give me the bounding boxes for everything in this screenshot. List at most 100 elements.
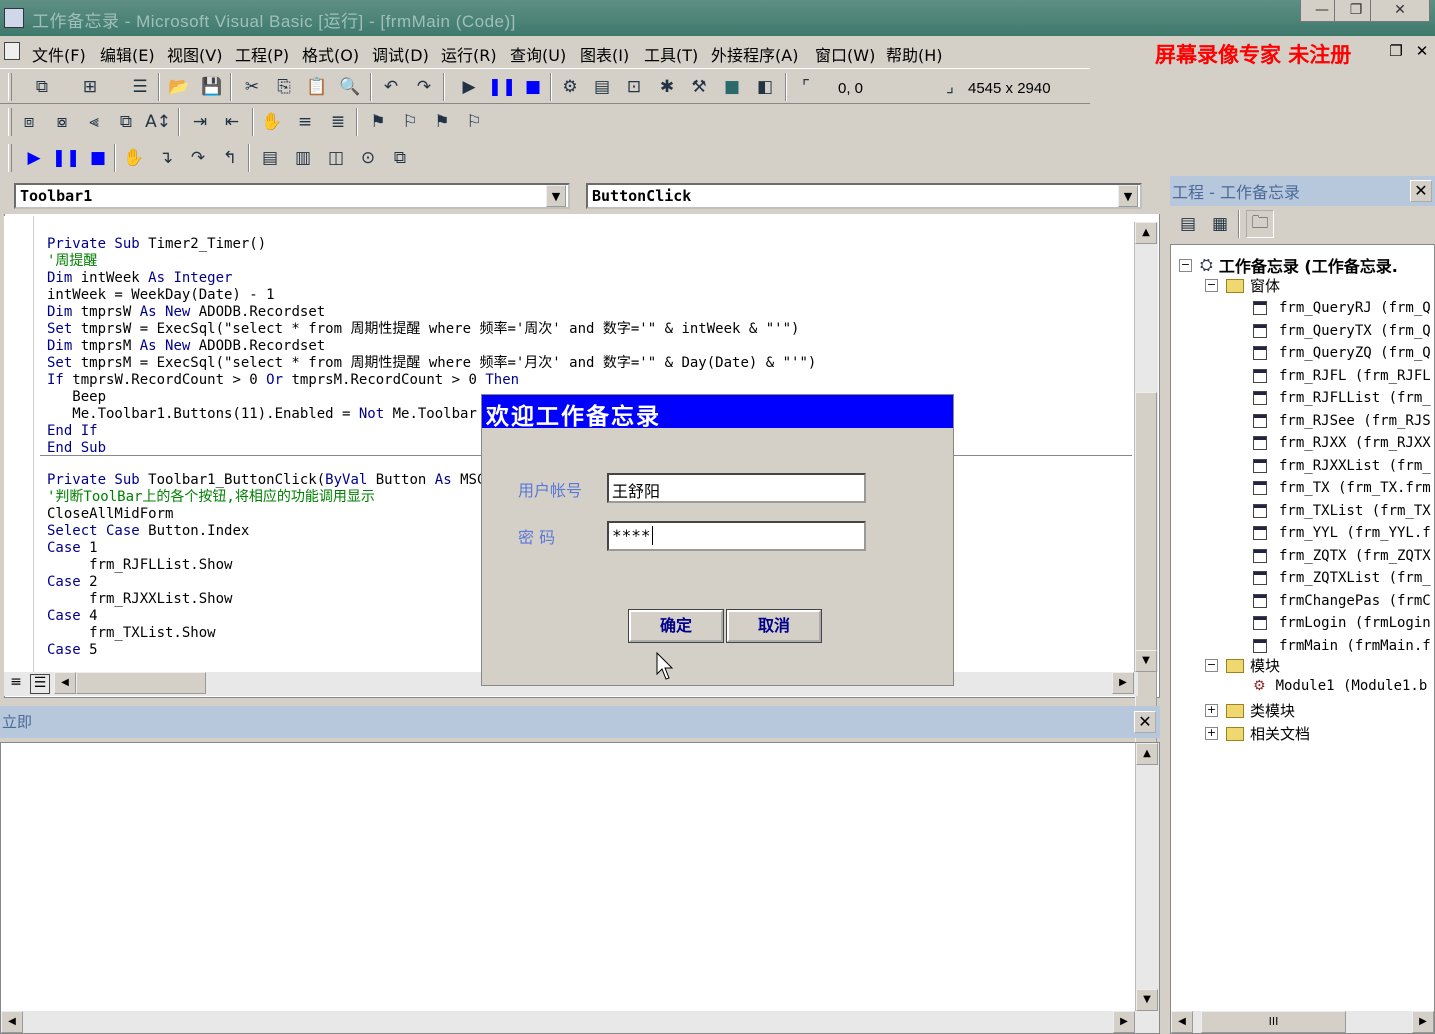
start-icon[interactable]: ▶ [455, 73, 483, 101]
menu-view[interactable]: 视图(V) [167, 42, 222, 66]
menu-format[interactable]: 格式(O) [302, 42, 359, 66]
next-bookmark-icon[interactable]: ⚐ [396, 108, 424, 136]
scroll-right-icon[interactable]: ▶ [1412, 1011, 1434, 1033]
add-project-icon[interactable]: ⧉ [28, 73, 56, 101]
find-icon[interactable]: 🔍 [336, 73, 364, 101]
continue-icon[interactable]: ▶ [20, 144, 48, 172]
toolbar-grip[interactable] [8, 73, 12, 101]
form-item[interactable]: frm_RJXXList (frm_ [1253, 455, 1431, 478]
data-view-icon[interactable]: ■ [718, 73, 746, 101]
menu-debug[interactable]: 调试(D) [372, 42, 429, 66]
form-item[interactable]: frm_RJFL (frm_RJFL [1253, 365, 1431, 388]
procedure-combo[interactable]: ButtonClick [586, 183, 1142, 209]
toolbar-grip[interactable] [8, 144, 12, 172]
undo-icon[interactable]: ↶ [377, 73, 405, 101]
menu-project[interactable]: 工程(P) [235, 42, 289, 66]
menu-file[interactable]: 文件(F) [32, 42, 86, 66]
cut-icon[interactable]: ✂ [238, 73, 266, 101]
code-vertical-scrollbar[interactable]: ▲ ▼ [1134, 222, 1158, 762]
code-line[interactable]: frm_TXList.Show [47, 625, 485, 642]
step-into-icon[interactable]: ↴ [152, 144, 180, 172]
margin-indicator-bar[interactable] [4, 216, 34, 672]
menu-help[interactable]: 帮助(H) [886, 42, 943, 66]
project-hscrollbar[interactable]: ◀ III ▶ [1171, 1011, 1434, 1033]
locals-window-icon[interactable]: ▤ [256, 144, 284, 172]
scroll-left-icon[interactable]: ◀ [54, 672, 76, 694]
menu-query[interactable]: 查询(U) [510, 42, 566, 66]
form-item[interactable]: frm_TX (frm_TX.frm [1253, 477, 1431, 500]
window-titlebar[interactable]: 工作备忘录 - Microsoft Visual Basic [运行] - [f… [0, 0, 1435, 36]
code-line[interactable]: Select Case Button.Index [47, 523, 485, 540]
break-icon[interactable]: ❚❚ [488, 73, 517, 101]
procedure-combo-chevron-down-icon[interactable]: ▼ [1118, 185, 1138, 207]
menu-diagram[interactable]: 图表(I) [580, 42, 629, 66]
modules-folder[interactable]: − 模块 [1205, 655, 1280, 676]
scroll-right-icon[interactable]: ▶ [1113, 1011, 1135, 1033]
code-line[interactable]: Dim intWeek As Integer [47, 270, 816, 287]
class-modules-folder[interactable]: + 类模块 [1205, 700, 1295, 721]
cancel-button[interactable]: 取消 [726, 609, 822, 643]
object-combo-chevron-down-icon[interactable]: ▼ [546, 185, 566, 207]
login-dialog-title[interactable]: 欢迎工作备忘录 [482, 395, 953, 430]
menu-edit[interactable]: 编辑(E) [100, 42, 155, 66]
code-line[interactable]: Dim tmprsW As New ADODB.Recordset [47, 304, 816, 321]
forms-folder[interactable]: − 窗体 [1205, 275, 1280, 296]
code-line[interactable]: '判断ToolBar上的各个按钮,将相应的功能调用显示 [47, 489, 485, 506]
uncomment-block-icon[interactable]: ≣ [324, 108, 352, 136]
form-item[interactable]: frm_RJXX (frm_RJXX [1253, 432, 1431, 455]
code-line[interactable]: Dim tmprsM As New ADODB.Recordset [47, 338, 816, 355]
immediate-hscrollbar[interactable]: ◀ ▶ [1, 1011, 1159, 1033]
vb-app-icon[interactable] [4, 8, 24, 28]
immediate-window-header[interactable]: 立即 ✕ [0, 706, 1160, 738]
copy-icon[interactable]: ⎘ [270, 73, 298, 101]
ok-button[interactable]: 确定 [628, 609, 724, 643]
outdent-icon[interactable]: ⇤ [218, 108, 246, 136]
code-line[interactable]: Set tmprsW = ExecSql("select * from 周期性提… [47, 321, 816, 338]
form-item[interactable]: frm_QueryRJ (frm_Q [1253, 297, 1431, 320]
properties-window-icon[interactable]: ▤ [588, 73, 616, 101]
add-form-icon[interactable]: ⊞ [76, 73, 104, 101]
code-line[interactable]: frm_RJFLList.Show [47, 557, 485, 574]
form-item[interactable]: frm_QueryZQ (frm_Q [1253, 342, 1431, 365]
immediate-vscrollbar[interactable]: ▲ ▼ [1135, 743, 1159, 1011]
code-line[interactable]: intWeek = WeekDay(Date) - 1 [47, 287, 816, 304]
menu-window[interactable]: 窗口(W) [815, 42, 875, 66]
indent-icon[interactable]: ⇥ [186, 108, 214, 136]
visual-component-icon[interactable]: ◧ [751, 73, 779, 101]
expand-icon[interactable]: + [1205, 704, 1218, 717]
step-over-icon[interactable]: ↷ [184, 144, 212, 172]
quick-watch-icon[interactable]: ⊙ [354, 144, 382, 172]
code-line[interactable]: Private Sub Toolbar1_ButtonClick(ByVal B… [47, 472, 485, 489]
call-stack-icon[interactable]: ⧉ [386, 144, 414, 172]
mdi-restore-button[interactable]: ❐ [1386, 40, 1406, 62]
full-module-view-icon[interactable]: ☰ [30, 674, 50, 694]
procedure-view-icon[interactable]: ≡ [6, 674, 26, 694]
hscroll-thumb[interactable] [76, 672, 206, 694]
form-item[interactable]: frm_ZQTXList (frm_ [1253, 567, 1431, 590]
watch-window-icon[interactable]: ◫ [322, 144, 350, 172]
toggle-breakpoint-icon[interactable]: ✋ [258, 108, 286, 136]
form-layout-icon[interactable]: ⊡ [620, 73, 648, 101]
scroll-up-icon[interactable]: ▲ [1136, 743, 1158, 765]
scroll-up-icon[interactable]: ▲ [1135, 222, 1157, 244]
breakpoint-hand-icon[interactable]: ✋ [120, 144, 148, 172]
code-line[interactable]: frm_RJXXList.Show [47, 591, 485, 608]
object-combo[interactable]: Toolbar1 [14, 183, 570, 209]
clear-bookmarks-icon[interactable]: ⚐ [460, 108, 488, 136]
toggle-folders-icon[interactable]: 🗀 [1246, 210, 1274, 238]
menu-tools[interactable]: 工具(T) [644, 42, 698, 66]
form-item[interactable]: frm_YYL (frm_YYL.f [1253, 522, 1431, 545]
collapse-icon[interactable]: − [1205, 279, 1218, 292]
project-explorer-header[interactable]: 工程 - 工作备忘录 ✕ [1170, 176, 1435, 206]
immediate-window-body[interactable]: ▲ ▼ ◀ ▶ [0, 742, 1160, 1034]
immediate-window-icon[interactable]: ▥ [289, 144, 317, 172]
project-root[interactable]: − ⛭ 工作备忘录 (工作备忘录. [1179, 253, 1398, 277]
form-item[interactable]: frmChangePas (frmC [1253, 590, 1431, 613]
menu-editor-icon[interactable]: ☰ [126, 73, 154, 101]
scroll-down-icon[interactable]: ▼ [1136, 989, 1158, 1011]
menu-addins[interactable]: 外接程序(A) [711, 42, 798, 66]
collapse-icon[interactable]: − [1205, 659, 1218, 672]
code-line[interactable]: Case 5 [47, 642, 485, 659]
send-to-back-icon[interactable]: ⧇ [48, 108, 76, 136]
end-icon[interactable]: ■ [519, 73, 547, 101]
